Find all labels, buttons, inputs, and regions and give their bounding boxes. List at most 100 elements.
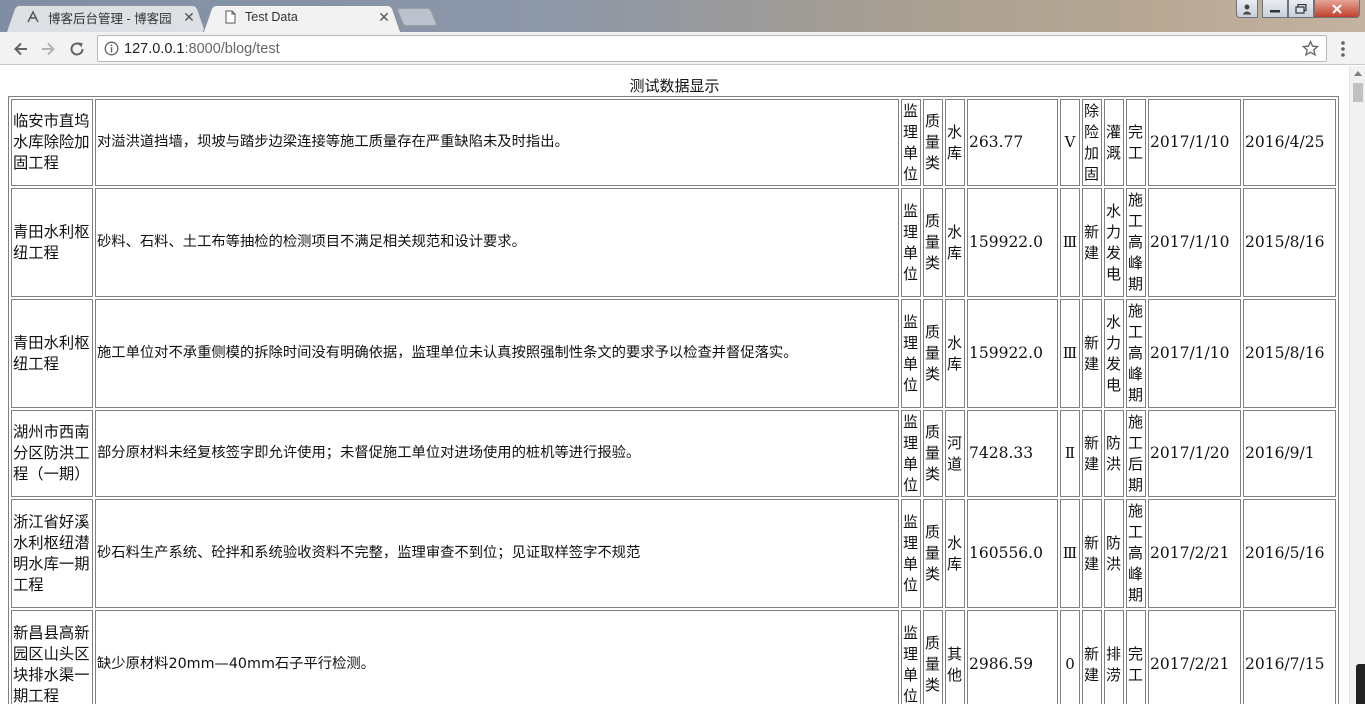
- user-profile-button[interactable]: [1236, 0, 1258, 18]
- back-button[interactable]: [10, 38, 32, 60]
- issue-cell: 对溢洪道挡墙，坝坡与踏步边梁连接等施工质量存在严重缺陷未及时指出。: [95, 99, 899, 186]
- grade-cell: Ⅲ: [1060, 299, 1080, 408]
- nature-cell: 新建: [1082, 499, 1102, 608]
- stage-cell: 完工: [1126, 99, 1146, 186]
- project-cell: 湖州市西南分区防洪工程（一期）: [11, 410, 93, 497]
- start-date-cell: 2016/9/1: [1243, 410, 1336, 497]
- stage-cell: 施工高峰期: [1126, 299, 1146, 408]
- check-date-cell: 2017/1/10: [1148, 299, 1241, 408]
- category-cell: 质量类: [923, 99, 943, 186]
- issue-cell: 缺少原材料20mm—40mm石子平行检测。: [95, 610, 899, 704]
- blog-logo-icon: [27, 10, 39, 23]
- scroll-up-arrow-icon[interactable]: [1354, 71, 1362, 76]
- function-cell: 防洪: [1104, 499, 1124, 608]
- issue-cell: 部分原材料未经复核签字即允许使用；未督促施工单位对进场使用的桩机等进行报验。: [95, 410, 899, 497]
- table-row: 青田水利枢纽工程 施工单位对不承重侧模的拆除时间没有明确依据，监理单位未认真按照强…: [11, 299, 1336, 408]
- forward-button[interactable]: [37, 38, 59, 60]
- function-cell: 排涝: [1104, 610, 1124, 704]
- table-row: 青田水利枢纽工程 砂料、石料、土工布等抽检的检测项目不满足相关规范和设计要求。 监理…: [11, 188, 1336, 297]
- grade-cell: Ⅱ: [1060, 410, 1080, 497]
- nature-cell: 新建: [1082, 299, 1102, 408]
- table-row: 湖州市西南分区防洪工程（一期） 部分原材料未经复核签字即允许使用；未督促施工单位对…: [11, 410, 1336, 497]
- overlay-scroll-handle: [1356, 664, 1365, 704]
- bookmark-star-icon[interactable]: [1302, 40, 1319, 57]
- category-cell: 质量类: [923, 410, 943, 497]
- data-table: 临安市直坞水库除险加固工程 对溢洪道挡墙，坝坡与踏步边梁连接等施工质量存在严重缺陷…: [8, 96, 1339, 704]
- amount-cell: 159922.0: [967, 299, 1058, 408]
- page-content: 测试数据显示 临安市直坞水库除险加固工程 对溢洪道挡墙，坝坡与踏步边梁连接等施工质…: [0, 66, 1349, 704]
- grade-cell: Ⅲ: [1060, 188, 1080, 297]
- tab-test-data[interactable]: Test Data ✕: [203, 2, 401, 32]
- nature-cell: 新建: [1082, 188, 1102, 297]
- type-cell: 水库: [945, 99, 965, 186]
- nature-cell: 除险加固: [1082, 99, 1102, 186]
- check-date-cell: 2017/1/10: [1148, 99, 1241, 186]
- check-date-cell: 2017/2/21: [1148, 610, 1241, 704]
- function-cell: 水力发电: [1104, 299, 1124, 408]
- amount-cell: 2986.59: [967, 610, 1058, 704]
- tab-title: Test Data: [245, 10, 298, 24]
- project-cell: 青田水利枢纽工程: [11, 188, 93, 297]
- category-cell: 质量类: [923, 499, 943, 608]
- check-date-cell: 2017/1/10: [1148, 188, 1241, 297]
- nature-cell: 新建: [1082, 410, 1102, 497]
- type-cell: 水库: [945, 188, 965, 297]
- grade-cell: Ⅲ: [1060, 499, 1080, 608]
- start-date-cell: 2016/4/25: [1243, 99, 1336, 186]
- address-bar[interactable]: 127.0.0.1:8000/blog/test: [97, 35, 1327, 62]
- url-text[interactable]: 127.0.0.1:8000/blog/test: [124, 41, 280, 57]
- reload-icon: [70, 42, 84, 56]
- amount-cell: 263.77: [967, 99, 1058, 186]
- stage-cell: 施工高峰期: [1126, 499, 1146, 608]
- issue-cell: 施工单位对不承重侧模的拆除时间没有明确依据，监理单位未认真按照强制性条文的要求予…: [95, 299, 899, 408]
- minimize-icon: [1270, 9, 1280, 12]
- unit-cell: 监理单位: [901, 299, 921, 408]
- unit-cell: 监理单位: [901, 188, 921, 297]
- info-icon[interactable]: [104, 41, 119, 56]
- check-date-cell: 2017/2/21: [1148, 499, 1241, 608]
- issue-cell: 砂料、石料、土工布等抽检的检测项目不满足相关规范和设计要求。: [95, 188, 899, 297]
- scrollbar-thumb[interactable]: [1353, 83, 1363, 102]
- type-cell: 河道: [945, 410, 965, 497]
- amount-cell: 159922.0: [967, 188, 1058, 297]
- start-date-cell: 2016/5/16: [1243, 499, 1336, 608]
- start-date-cell: 2015/8/16: [1243, 299, 1336, 408]
- reload-button[interactable]: [66, 38, 88, 60]
- page-scrollbar[interactable]: [1349, 66, 1365, 704]
- unit-cell: 监理单位: [901, 99, 921, 186]
- close-window-button[interactable]: [1314, 0, 1360, 18]
- unit-cell: 监理单位: [901, 410, 921, 497]
- page-icon: [225, 10, 236, 24]
- table-row: 浙江省好溪水利枢纽潜明水库一期工程 砂石料生产系统、砼拌和系统验收资料不完整，监理…: [11, 499, 1336, 608]
- stage-cell: 完工: [1126, 610, 1146, 704]
- table-row: 临安市直坞水库除险加固工程 对溢洪道挡墙，坝坡与踏步边梁连接等施工质量存在严重缺陷…: [11, 99, 1336, 186]
- project-cell: 临安市直坞水库除险加固工程: [11, 99, 93, 186]
- category-cell: 质量类: [923, 188, 943, 297]
- function-cell: 灌溉: [1104, 99, 1124, 186]
- unit-cell: 监理单位: [901, 499, 921, 608]
- arrow-left-icon: [14, 42, 27, 56]
- type-cell: 水库: [945, 499, 965, 608]
- restore-icon: [1295, 3, 1307, 14]
- new-tab-button[interactable]: [396, 8, 438, 26]
- tab-blog-admin[interactable]: 博客后台管理 - 博客园 ✕: [6, 2, 206, 32]
- unit-cell: 监理单位: [901, 610, 921, 704]
- minimize-button[interactable]: [1262, 0, 1288, 18]
- close-icon[interactable]: ✕: [377, 9, 391, 26]
- project-cell: 浙江省好溪水利枢纽潜明水库一期工程: [11, 499, 93, 608]
- arrow-right-icon: [42, 42, 55, 56]
- stage-cell: 施工后期: [1126, 410, 1146, 497]
- user-icon: [1242, 4, 1252, 14]
- menu-dots-icon[interactable]: [1338, 39, 1348, 59]
- start-date-cell: 2015/8/16: [1243, 188, 1336, 297]
- check-date-cell: 2017/1/20: [1148, 410, 1241, 497]
- close-icon[interactable]: ✕: [182, 9, 196, 26]
- close-icon: [1332, 3, 1342, 14]
- type-cell: 水库: [945, 299, 965, 408]
- function-cell: 防洪: [1104, 410, 1124, 497]
- nature-cell: 新建: [1082, 610, 1102, 704]
- project-cell: 新昌县高新园区山头区块排水渠一期工程: [11, 610, 93, 704]
- function-cell: 水力发电: [1104, 188, 1124, 297]
- maximize-button[interactable]: [1288, 0, 1314, 18]
- window-titlebar: 博客后台管理 - 博客园 ✕ Test Data ✕: [0, 0, 1365, 32]
